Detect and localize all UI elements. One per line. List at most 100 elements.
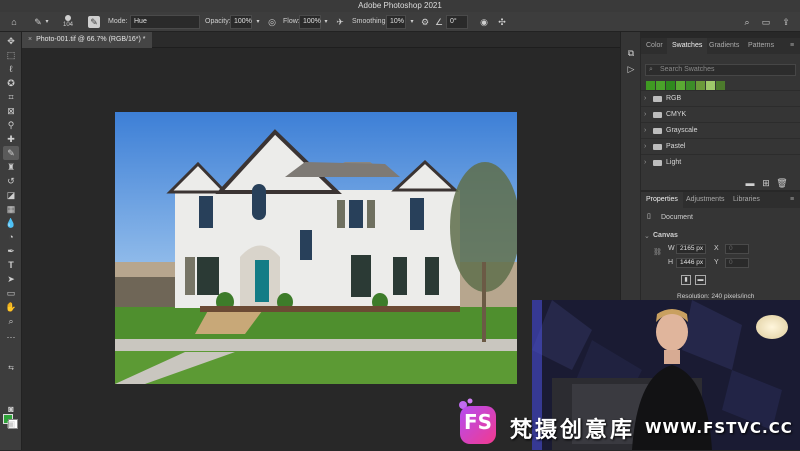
chevron-down-icon[interactable]: ⌄ [644,232,650,240]
pressure-opacity-icon[interactable]: ◎ [266,15,278,29]
hand-tool-icon[interactable]: ✋ [3,300,19,314]
more-tools-icon[interactable]: ⋯ [3,330,19,344]
folder-icon [653,144,662,150]
tab-swatches[interactable]: Swatches [667,38,708,54]
link-icon[interactable]: ⛓ [653,248,662,256]
recent-swatch[interactable] [686,81,695,90]
default-colors-icon[interactable]: ⇆ [3,362,19,376]
width-label: W [668,245,675,252]
flow-dropdown-icon[interactable]: ▾ [322,15,330,29]
healing-brush-tool-icon[interactable]: ✚ [3,132,19,146]
blur-tool-icon[interactable]: 💧 [3,216,19,230]
brush-tool-icon[interactable]: ✎ [3,146,19,160]
clone-stamp-tool-icon[interactable]: ♜ [3,160,19,174]
folder-icon [653,112,662,118]
panel-menu-icon[interactable]: ≡ [785,192,799,208]
tab-adjustments[interactable]: Adjustments [681,192,730,208]
gradient-tool-icon[interactable]: ▦ [3,202,19,216]
pressure-size-icon[interactable]: ◉ [478,15,490,29]
canvas-area[interactable] [22,48,620,450]
lasso-tool-icon[interactable]: ℓ [3,62,19,76]
symmetry-icon[interactable]: ✣ [496,15,508,29]
properties-panel: Properties Adjustments Libraries ≡ ▯ Doc… [641,192,800,300]
recent-swatch[interactable] [676,81,685,90]
swatch-group-rgb[interactable]: › RGB [641,90,800,106]
dodge-tool-icon[interactable]: ◔ [3,230,19,244]
angle-icon: ∠ [434,17,444,27]
close-icon[interactable]: × [28,36,32,43]
gear-icon[interactable]: ⚙ [419,15,431,29]
screen-mode-icon[interactable]: ▣ [3,417,19,431]
orientation-portrait-icon[interactable]: ▮ [681,275,691,285]
tab-gradients[interactable]: Gradients [704,38,744,54]
height-field[interactable]: 1446 px [676,258,706,268]
toolbar: ✥ ⬚ ℓ ✪ ⌗ ⊠ ⚲ ✚ ✎ ♜ ↺ ◪ ▦ 💧 ◔ ✒ T ➤ ▭ ✋ … [0,32,22,450]
swatch-search-input[interactable]: ⌕ Search Swatches [645,64,796,76]
brush-size-picker[interactable]: 104 [60,14,76,30]
brush-preset-icon[interactable]: ✎ [32,15,44,29]
orientation-landscape-icon[interactable]: ▬ [695,275,706,285]
trash-icon[interactable]: 🗑 [774,176,790,190]
document-image[interactable] [115,112,517,384]
brush-settings-icon[interactable]: ✎ [88,16,100,28]
actions-panel-icon[interactable]: ▷ [623,62,639,76]
swatch-group-grayscale[interactable]: › Grayscale [641,122,800,138]
history-panel-icon[interactable]: ⧉ [623,46,639,60]
swatch-group-cmyk[interactable]: › CMYK [641,106,800,122]
recent-swatch[interactable] [716,81,725,90]
new-swatch-icon[interactable]: ⊞ [758,176,774,190]
tab-patterns[interactable]: Patterns [743,38,779,54]
x-field[interactable]: 0 [725,244,749,254]
type-tool-icon[interactable]: T [3,258,19,272]
opacity-field[interactable]: 100% [230,15,252,29]
swatch-group-pastel[interactable]: › Pastel [641,138,800,154]
quick-select-tool-icon[interactable]: ✪ [3,76,19,90]
watermark-logo: FS [458,398,498,446]
opacity-dropdown-icon[interactable]: ▾ [254,15,262,29]
chevron-down-icon[interactable]: ▾ [44,15,50,29]
panel-menu-icon[interactable]: ≡ [785,38,799,54]
eraser-tool-icon[interactable]: ◪ [3,188,19,202]
marquee-tool-icon[interactable]: ⬚ [3,48,19,62]
airbrush-icon[interactable]: ✈ [334,15,346,29]
frame-tool-icon[interactable]: ⊠ [3,104,19,118]
tab-libraries[interactable]: Libraries [728,192,765,208]
recent-swatch[interactable] [706,81,715,90]
path-select-tool-icon[interactable]: ➤ [3,272,19,286]
tab-color[interactable]: Color [641,38,668,54]
swatch-group-light[interactable]: › Light [641,154,800,170]
workspace-icon[interactable]: ▭ [760,15,772,29]
pen-tool-icon[interactable]: ✒ [3,244,19,258]
recent-swatch[interactable] [696,81,705,90]
tab-properties[interactable]: Properties [641,192,683,208]
new-group-icon[interactable]: ▬ [742,176,758,190]
recent-swatch[interactable] [646,81,655,90]
flow-field[interactable]: 100% [299,15,321,29]
quick-mask-icon[interactable]: ◙ [3,402,19,416]
swatches-panel: Color Swatches Gradients Patterns ≡ ⌕ Sea… [641,38,800,190]
chevron-right-icon: › [644,95,647,102]
document-icon: ▯ [647,213,651,220]
recent-swatch[interactable] [666,81,675,90]
angle-field[interactable]: 0° [446,15,468,29]
chevron-right-icon: › [644,127,647,134]
crop-tool-icon[interactable]: ⌗ [3,90,19,104]
recent-swatch[interactable] [656,81,665,90]
y-field[interactable]: 0 [725,258,749,268]
share-icon[interactable]: ⇪ [780,15,792,29]
options-bar: ⌂ ✎ ▾ 104 ✎ Mode: Hue Opacity: 100% ▾ ◎ … [0,12,800,32]
move-tool-icon[interactable]: ✥ [3,34,19,48]
mode-select[interactable]: Hue [130,15,200,29]
history-brush-tool-icon[interactable]: ↺ [3,174,19,188]
document-tab[interactable]: × Photo-001.tif @ 66.7% (RGB/16*) * [22,32,152,48]
brush-tip-icon [65,15,71,21]
search-icon: ⌕ [649,66,653,73]
width-field[interactable]: 2165 px [676,244,706,254]
search-icon[interactable]: ⌕ [741,15,753,29]
eyedropper-tool-icon[interactable]: ⚲ [3,118,19,132]
shape-tool-icon[interactable]: ▭ [3,286,19,300]
zoom-tool-icon[interactable]: ⌕ [3,314,19,328]
home-icon[interactable]: ⌂ [8,15,20,29]
smoothing-field[interactable]: 10% [386,15,406,29]
smoothing-dropdown-icon[interactable]: ▾ [408,15,416,29]
